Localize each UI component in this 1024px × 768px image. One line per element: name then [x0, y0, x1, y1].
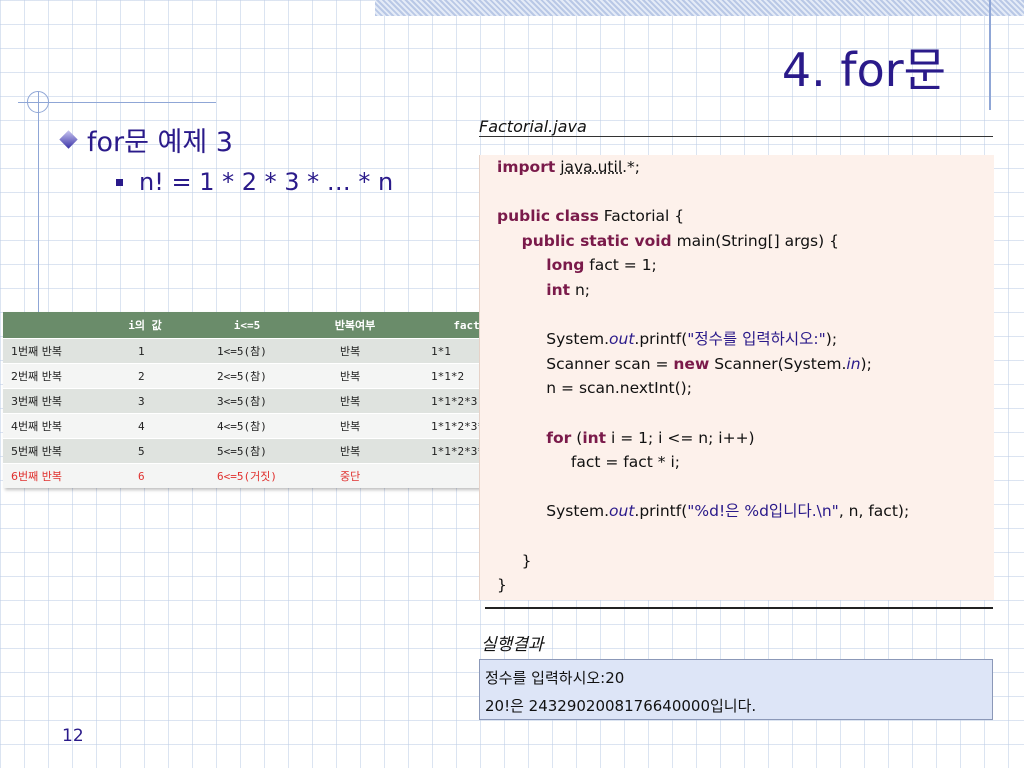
- code-token: .printf(: [634, 502, 688, 521]
- result-label: 실행결과: [481, 635, 544, 655]
- result-line: 20!은 2432902008176640000입니다.: [485, 697, 757, 715]
- slide-title: 4. for문: [781, 43, 946, 97]
- code-token: n = scan.nextInt();: [546, 379, 692, 398]
- filename-divider: [479, 136, 993, 137]
- code-token: fact = 1;: [584, 256, 657, 275]
- table-cell: 반복: [304, 363, 406, 389]
- code-keyword: int: [582, 428, 607, 447]
- table-cell: 1<=5(참): [190, 338, 304, 364]
- loop-trace-table: i의 값 i<=5 반복여부 fact의 값 1번째 반복 1 1<=5(참) …: [3, 312, 554, 488]
- code-text: import java.util.*; public class Factori…: [497, 155, 909, 598]
- table-cell: 2번째 반복: [3, 363, 100, 389]
- code-keyword: for: [546, 428, 572, 447]
- code-token: (: [571, 428, 583, 447]
- code-keyword: public static void: [521, 231, 672, 250]
- table-cell: 6: [100, 463, 190, 488]
- top-decorative-band: [375, 0, 1024, 16]
- table-header-cell: i<=5: [190, 312, 304, 339]
- table-row: 4번째 반복 4 4<=5(참) 반복 1*1*2*3*4: [3, 413, 554, 439]
- code-token: System.: [546, 502, 610, 521]
- table-row-stop: 6번째 반복 6 6<=5(거짓) 중단: [3, 463, 554, 488]
- table-cell: 5<=5(참): [190, 438, 304, 464]
- table-cell: 5: [100, 438, 190, 464]
- table-row: 5번째 반복 5 5<=5(참) 반복 1*1*2*3*4*5: [3, 438, 554, 464]
- code-token: , n, fact);: [838, 502, 910, 521]
- square-bullet-icon: [116, 178, 123, 186]
- table-cell: 반복: [304, 438, 406, 464]
- result-output-box: 정수를 입력하시오:20 20!은 2432902008176640000입니다…: [479, 659, 993, 720]
- table-header-cell: i의 값: [100, 312, 190, 339]
- code-token: in: [846, 354, 861, 373]
- table-cell: 1: [100, 338, 190, 364]
- table-cell: 6<=5(거짓): [190, 463, 304, 488]
- code-token: i = 1; i <= n; i++): [606, 428, 755, 447]
- table-row: 2번째 반복 2 2<=5(참) 반복 1*1*2: [3, 363, 554, 389]
- code-keyword: import: [497, 158, 556, 176]
- code-token: n;: [570, 280, 591, 299]
- page-number: 12: [62, 726, 84, 746]
- code-filename: Factorial.java: [479, 117, 587, 136]
- decorative-vertical-line-left: [38, 92, 39, 312]
- table-cell: 중단: [304, 463, 406, 488]
- bullet-level2-text: n! = 1 * 2 * 3 * … * n: [139, 168, 394, 196]
- decorative-circle: [27, 91, 49, 113]
- code-divider: [485, 607, 993, 609]
- code-string: "정수를 입력하시오:": [687, 330, 826, 349]
- table-cell: 4<=5(참): [190, 413, 304, 439]
- table-header-row: i의 값 i<=5 반복여부 fact의 값: [3, 312, 554, 339]
- result-line: 정수를 입력하시오:20: [485, 669, 625, 687]
- table-cell: 5번째 반복: [3, 438, 100, 464]
- code-token: Scanner(System.: [709, 354, 847, 373]
- code-token: Scanner scan =: [546, 354, 674, 373]
- bullet-level1: for문 예제 3: [59, 120, 233, 159]
- code-token: out: [609, 502, 635, 521]
- decorative-vertical-line: [989, 0, 991, 110]
- table-cell: 2<=5(참): [190, 363, 304, 389]
- table-cell: 4번째 반복: [3, 413, 100, 439]
- code-token: .*;: [622, 158, 641, 176]
- bullet-level2: n! = 1 * 2 * 3 * … * n: [116, 168, 393, 196]
- code-token: );: [825, 330, 838, 349]
- diamond-bullet-icon: [59, 130, 78, 149]
- table-cell: 반복: [304, 388, 406, 414]
- code-token: main(String[] args) {: [671, 231, 839, 250]
- code-token: }: [497, 576, 507, 595]
- table-cell: 4: [100, 413, 190, 439]
- code-token: Factorial {: [598, 207, 685, 226]
- code-token: );: [860, 354, 872, 373]
- table-cell: 3<=5(참): [190, 388, 304, 414]
- code-token: System.: [546, 330, 610, 349]
- table-cell: 반복: [304, 338, 406, 364]
- table-cell: 1번째 반복: [3, 338, 100, 364]
- table-cell: 반복: [304, 413, 406, 439]
- table-header-cell: [3, 312, 100, 339]
- table-cell: 3: [100, 388, 190, 414]
- code-keyword: int: [546, 280, 571, 299]
- table-cell: 2: [100, 363, 190, 389]
- table-cell: 3번째 반복: [3, 388, 100, 414]
- table-cell: 6번째 반복: [3, 463, 100, 488]
- code-block: import java.util.*; public class Factori…: [479, 155, 994, 600]
- code-keyword: long: [546, 256, 585, 275]
- table-header-cell: 반복여부: [304, 312, 406, 339]
- table-row: 1번째 반복 1 1<=5(참) 반복 1*1: [3, 338, 554, 364]
- bullet-level1-text: for문 예제 3: [87, 127, 233, 158]
- code-keyword: public class: [497, 207, 599, 226]
- code-token: .printf(: [634, 330, 688, 349]
- table-row: 3번째 반복 3 3<=5(참) 반복 1*1*2*3: [3, 388, 554, 414]
- code-keyword: new: [673, 354, 710, 373]
- code-string: "%d!은 %d입니다.\n": [687, 502, 839, 521]
- code-token: java.util: [560, 158, 623, 176]
- code-token: }: [521, 551, 532, 570]
- code-token: fact = fact * i;: [570, 453, 680, 472]
- code-token: out: [609, 330, 635, 349]
